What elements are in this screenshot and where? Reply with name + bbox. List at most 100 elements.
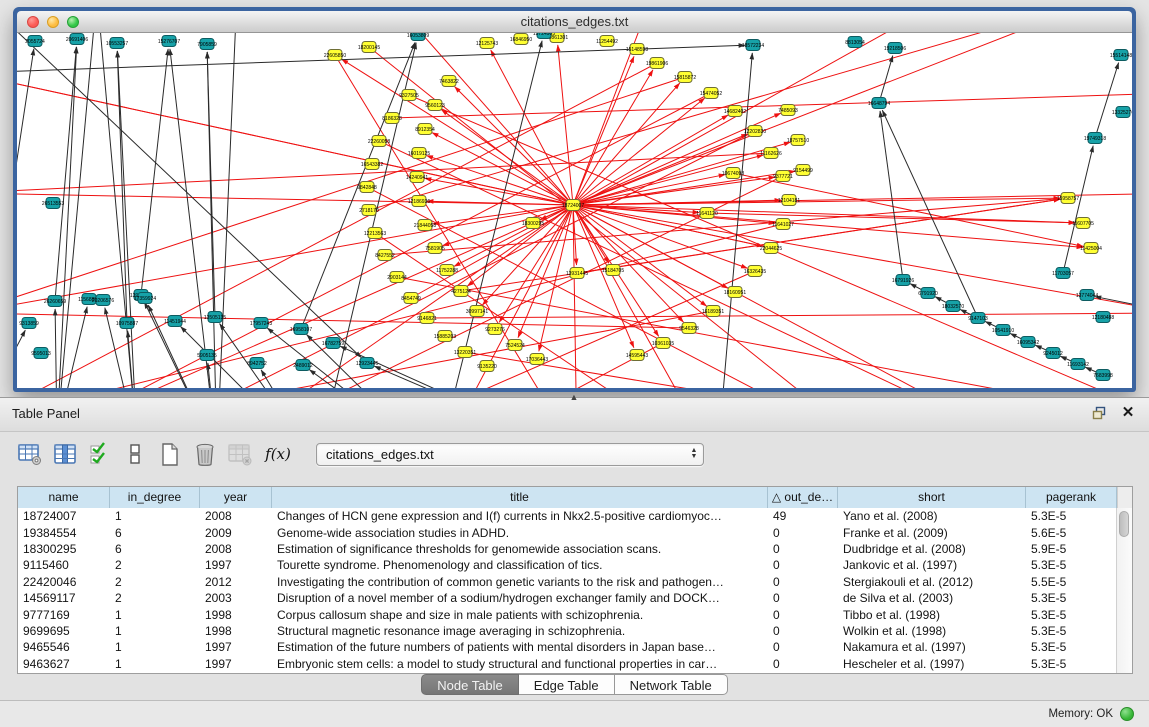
table-cell-pagerank[interactable]: 5.5E-5	[1026, 575, 1117, 589]
graph-node[interactable]: 18200145	[358, 42, 380, 53]
column-header-short[interactable]: short	[838, 487, 1026, 508]
table-cell-name[interactable]: 9465546	[18, 640, 110, 654]
close-panel-icon[interactable]: ✕	[1120, 405, 1136, 421]
table-cell-short[interactable]: Nakamura et al. (1997)	[838, 640, 1026, 654]
graph-edge[interactable]	[573, 33, 657, 205]
table-cell-out_degree[interactable]: 0	[768, 558, 838, 572]
graph-edge[interactable]	[207, 52, 215, 317]
table-cell-in_degree[interactable]: 6	[110, 526, 200, 540]
graph-node[interactable]: 12125743	[476, 38, 498, 49]
graph-node[interactable]: 15885203	[434, 331, 456, 342]
table-cell-short[interactable]: Hescheler et al. (1997)	[838, 657, 1026, 671]
table-cell-pagerank[interactable]: 5.3E-5	[1026, 640, 1117, 654]
table-cell-pagerank[interactable]: 5.3E-5	[1026, 558, 1117, 572]
graph-edge[interactable]	[17, 73, 573, 205]
graph-node[interactable]: 18572234	[742, 40, 764, 51]
table-cell-short[interactable]: de Silva et al. (2003)	[838, 591, 1026, 605]
table-row[interactable]: 977716911998Corpus callosum shape and si…	[18, 606, 1117, 622]
table-cell-title[interactable]: Investigating the contribution of common…	[272, 575, 768, 589]
graph-node[interactable]: 9546328	[679, 323, 699, 334]
graph-node[interactable]: 2718170	[359, 205, 379, 216]
graph-edge[interactable]	[443, 205, 573, 246]
graph-edge[interactable]	[261, 370, 317, 388]
table-selector[interactable]: citations_edges.txt ▲▼	[316, 443, 704, 466]
table-cell-short[interactable]: Dudbridge et al. (2008)	[838, 542, 1026, 556]
graph-node[interactable]: 14595443	[626, 350, 648, 361]
graph-node[interactable]: 11162626	[760, 148, 782, 159]
graph-edge[interactable]	[97, 33, 137, 388]
graph-node[interactable]: 5905135	[197, 350, 217, 361]
table-cell-year[interactable]: 2003	[200, 591, 272, 605]
graph-edge[interactable]	[573, 193, 1132, 205]
graph-edge[interactable]	[17, 330, 25, 388]
graph-node[interactable]: 9842848	[357, 182, 377, 193]
tab-edge-table[interactable]: Edge Table	[519, 674, 615, 695]
graph-node[interactable]: 12213563	[364, 228, 386, 239]
table-row[interactable]: 1830029562008Estimation of significance …	[18, 541, 1117, 557]
graph-node[interactable]: 22605850	[324, 50, 346, 61]
graph-node[interactable]: 9313859	[19, 318, 39, 329]
graph-node[interactable]: 7524524	[505, 340, 525, 351]
vertical-scrollbar[interactable]	[1116, 508, 1132, 673]
graph-node[interactable]: 19218506	[884, 43, 906, 54]
graph-node[interactable]: 12186936	[408, 196, 430, 207]
graph-edge[interactable]	[367, 187, 877, 388]
table-cell-in_degree[interactable]: 1	[110, 624, 200, 638]
float-panel-icon[interactable]	[1091, 405, 1107, 421]
graph-edge[interactable]	[573, 205, 1132, 313]
graph-node[interactable]: 26260659	[44, 296, 66, 307]
graph-node[interactable]: 15514148	[1110, 50, 1132, 61]
table-cell-in_degree[interactable]: 2	[110, 558, 200, 572]
graph-edge[interactable]	[397, 277, 1132, 388]
graph-node[interactable]: 7485093	[778, 105, 798, 116]
table-cell-year[interactable]: 2008	[200, 542, 272, 556]
table-row[interactable]: 969969511998Structural magnetic resonanc…	[18, 623, 1117, 639]
table-cell-pagerank[interactable]: 5.6E-5	[1026, 526, 1117, 540]
table-cell-year[interactable]: 1997	[200, 657, 272, 671]
table-cell-out_degree[interactable]: 0	[768, 542, 838, 556]
table-cell-name[interactable]: 14569117	[18, 591, 110, 605]
graph-node[interactable]: 12104181	[778, 195, 800, 206]
graph-edge[interactable]	[17, 193, 573, 205]
table-cell-in_degree[interactable]: 1	[110, 509, 200, 523]
table-cell-year[interactable]: 2009	[200, 526, 272, 540]
graph-node[interactable]: 11254492	[596, 36, 618, 47]
graph-edge[interactable]	[573, 205, 1075, 223]
table-cell-title[interactable]: Estimation of significance thresholds fo…	[272, 542, 768, 556]
table-cell-year[interactable]: 1998	[200, 608, 272, 622]
graph-node[interactable]: 13325276	[1112, 107, 1132, 118]
table-cell-year[interactable]: 1997	[200, 640, 272, 654]
table-cell-name[interactable]: 22420046	[18, 575, 110, 589]
graph-edge[interactable]	[117, 51, 127, 323]
column-header-pagerank[interactable]: pagerank	[1026, 487, 1117, 508]
table-cell-pagerank[interactable]: 5.3E-5	[1026, 509, 1117, 523]
splitter-handle-icon[interactable]: ▲	[570, 392, 579, 402]
graph-node[interactable]: 9147103	[968, 313, 988, 324]
table-cell-pagerank[interactable]: 5.3E-5	[1026, 608, 1117, 622]
table-cell-title[interactable]: Tourette syndrome. Phenomenology and cla…	[272, 558, 768, 572]
table-cell-in_degree[interactable]: 1	[110, 640, 200, 654]
table-cell-out_degree[interactable]: 0	[768, 591, 838, 605]
column-header-out_degree[interactable]: △ out_de…	[768, 487, 838, 508]
graph-node[interactable]: 9327505	[399, 90, 419, 101]
new-file-button[interactable]	[156, 440, 184, 468]
graph-edge[interactable]	[141, 49, 168, 295]
graph-node[interactable]: 16648794	[868, 98, 890, 109]
graph-node[interactable]: 16543382	[361, 159, 383, 170]
table-row[interactable]: 1456911722003Disruption of a novel membe…	[18, 590, 1117, 606]
table-cell-name[interactable]: 9699695	[18, 624, 110, 638]
column-header-title[interactable]: title	[272, 487, 768, 508]
table-settings-button[interactable]	[16, 440, 44, 468]
table-cell-out_degree[interactable]: 0	[768, 608, 838, 622]
graph-node[interactable]: 8427552	[375, 250, 395, 261]
column-header-name[interactable]: name	[18, 487, 110, 508]
graph-edge[interactable]	[454, 205, 573, 266]
table-cell-name[interactable]: 9777169	[18, 608, 110, 622]
table-cell-in_degree[interactable]: 2	[110, 591, 200, 605]
table-cell-out_degree[interactable]: 0	[768, 657, 838, 671]
graph-node[interactable]: 11703057	[1052, 268, 1074, 279]
function-builder-button[interactable]: f(x)	[261, 440, 295, 468]
graph-edge[interactable]	[369, 33, 1117, 210]
table-row[interactable]: 911546021997Tourette syndrome. Phenomeno…	[18, 557, 1117, 573]
table-cell-out_degree[interactable]: 0	[768, 624, 838, 638]
